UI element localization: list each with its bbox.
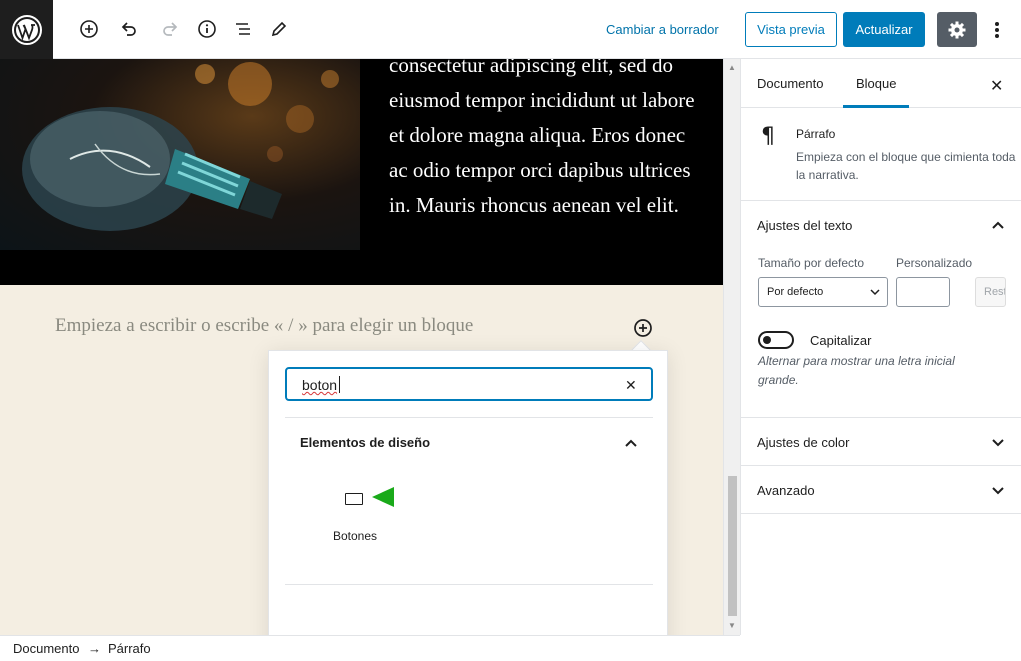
breadcrumb-arrow: → <box>88 641 101 656</box>
block-search-input[interactable]: boton ✕ <box>285 367 653 401</box>
more-options-icon[interactable] <box>986 12 1008 47</box>
update-button[interactable]: Actualizar <box>843 12 925 47</box>
scroll-up-icon[interactable]: ▲ <box>728 63 736 72</box>
inline-add-block-icon[interactable] <box>632 317 654 339</box>
list-view-icon[interactable] <box>229 15 257 43</box>
tab-block[interactable]: Bloque <box>843 59 910 108</box>
settings-gear-icon[interactable] <box>937 12 977 47</box>
drop-cap-toggle[interactable] <box>758 331 794 349</box>
block-card-title: Párrafo <box>796 127 836 141</box>
custom-font-size-input[interactable] <box>896 277 950 307</box>
block-inserter-popover: boton ✕ Elementos de diseño Botones <box>268 350 668 658</box>
light-bulb-image[interactable] <box>0 59 360 250</box>
divider <box>285 584 653 585</box>
default-size-label: Tamaño por defecto <box>758 256 865 270</box>
block-card-description: Empieza con el bloque que cimienta toda … <box>796 150 1016 182</box>
settings-sidebar: Documento Bloque ✕ ¶ Párrafo Empieza con… <box>740 59 1021 635</box>
breadcrumb-paragraph[interactable]: Párrafo <box>108 641 151 656</box>
switch-to-draft-link[interactable]: Cambiar a borrador <box>606 22 719 37</box>
empty-paragraph-placeholder[interactable]: Empieza a escribir o escribe « / » para … <box>55 315 473 337</box>
green-arrow-pointer-icon <box>372 487 396 507</box>
color-settings-panel[interactable]: Ajustes de color <box>741 418 1021 466</box>
paragraph-icon: ¶ <box>761 124 775 149</box>
custom-size-label: Personalizado <box>896 256 973 270</box>
block-breadcrumb: Documento → Párrafo <box>0 635 740 661</box>
sidebar-tabs: Documento Bloque ✕ <box>741 59 1021 108</box>
chevron-down-icon[interactable] <box>990 482 1006 498</box>
block-option-label: Botones <box>332 529 378 543</box>
category-title[interactable]: Elementos de diseño <box>300 435 430 450</box>
wordpress-logo-icon[interactable] <box>0 0 53 59</box>
font-size-select[interactable]: Por defecto <box>758 277 888 307</box>
scroll-down-icon[interactable]: ▼ <box>728 621 736 630</box>
clear-search-icon[interactable]: ✕ <box>625 377 637 394</box>
chevron-up-icon[interactable] <box>623 435 639 451</box>
search-value[interactable]: boton <box>302 377 337 393</box>
chevron-up-icon[interactable] <box>990 217 1006 233</box>
chevron-down-icon <box>869 286 881 298</box>
drop-cap-help: Alternar para mostrar una letra inicial … <box>758 354 955 387</box>
undo-icon[interactable] <box>115 15 143 43</box>
close-sidebar-icon[interactable]: ✕ <box>990 76 1003 96</box>
preview-button[interactable]: Vista previa <box>745 12 837 47</box>
edit-pencil-icon[interactable] <box>265 15 293 43</box>
advanced-panel[interactable]: Avanzado <box>741 466 1021 514</box>
button-block-icon <box>345 493 363 505</box>
font-size-select-value: Por defecto <box>767 286 824 298</box>
add-block-icon[interactable] <box>75 15 103 43</box>
advanced-title[interactable]: Avanzado <box>757 483 815 498</box>
cover-paragraph[interactable]: consectetur adipiscing elit, sed do eius… <box>389 59 709 223</box>
text-caret <box>339 376 340 393</box>
chevron-down-icon[interactable] <box>990 434 1006 450</box>
divider <box>285 417 653 418</box>
tab-document[interactable]: Documento <box>757 59 823 108</box>
media-text-block[interactable]: consectetur adipiscing elit, sed do eius… <box>0 59 723 285</box>
color-settings-title[interactable]: Ajustes de color <box>757 435 850 450</box>
text-settings-title[interactable]: Ajustes del texto <box>757 218 852 233</box>
redo-icon[interactable] <box>156 15 184 43</box>
drop-cap-label[interactable]: Capitalizar <box>810 333 871 348</box>
editor-scrollbar[interactable]: ▲ ▼ <box>723 59 740 635</box>
breadcrumb-document[interactable]: Documento <box>13 641 79 656</box>
info-icon[interactable] <box>193 15 221 43</box>
top-toolbar: Cambiar a borrador Vista previa Actualiz… <box>0 0 1021 59</box>
reset-button[interactable]: Restablecer <box>975 277 1006 307</box>
scrollbar-thumb[interactable] <box>728 476 737 616</box>
block-card: ¶ Párrafo Empieza con el bloque que cimi… <box>741 108 1021 201</box>
toggle-knob <box>763 336 771 344</box>
